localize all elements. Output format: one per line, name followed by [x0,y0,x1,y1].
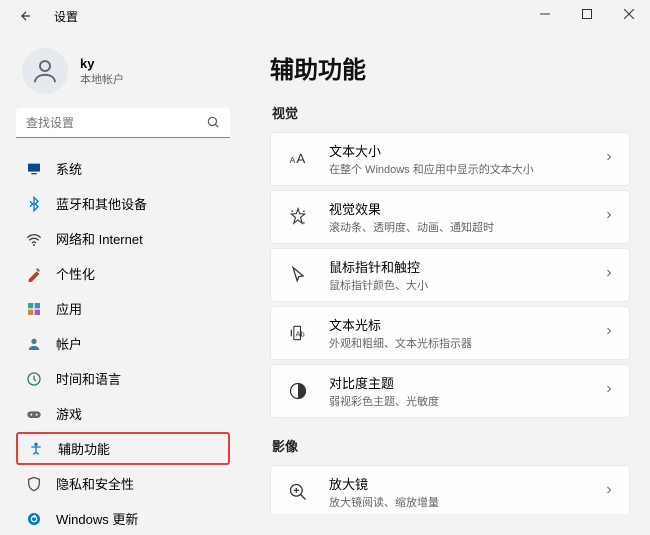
card-subtitle: 滚动条、透明度、动画、通知超时 [329,219,603,235]
card-subtitle: 在整个 Windows 和应用中显示的文本大小 [329,161,603,177]
card-title: 文本大小 [329,141,603,160]
user-name: ky [80,56,124,71]
svg-text:A: A [296,151,305,166]
nav-item-upd[interactable]: Windows 更新 [16,502,230,535]
card-title: 视觉效果 [329,199,603,218]
nav-item-bt[interactable]: 蓝牙和其他设备 [16,187,230,220]
sidebar: ky 本地帐户 系统蓝牙和其他设备网络和 Internet 个性化应用帐户时间和语… [0,32,244,514]
card-title: 文本光标 [329,315,603,334]
pers-icon [26,266,42,282]
nav-label: 游戏 [56,404,82,423]
search-input[interactable] [16,108,230,138]
card-title: 鼠标指针和触控 [329,257,603,276]
apps-icon [26,301,42,317]
nav-label: 蓝牙和其他设备 [56,194,147,213]
nav-label: 系统 [56,159,82,178]
card-subtitle: 外观和粗细、文本光标指示器 [329,335,603,351]
nav-item-apps[interactable]: 应用 [16,292,230,325]
net-icon [26,231,42,247]
mag-icon [287,482,309,502]
system-icon [26,161,42,177]
chevron-right-icon [603,483,615,501]
nav-label: 应用 [56,299,82,318]
nav-item-net[interactable]: 网络和 Internet [16,222,230,255]
upd-icon [26,511,42,527]
nav-item-pers[interactable]: 个性化 [16,257,230,290]
cursor-icon: Ab [287,323,309,343]
card-contrast[interactable]: 对比度主题弱视彩色主题、光敏度 [270,364,630,418]
nav: 系统蓝牙和其他设备网络和 Internet 个性化应用帐户时间和语言游戏辅助功能隐… [16,152,230,535]
search-wrap [16,108,230,138]
card-subtitle: 弱视彩色主题、光敏度 [329,393,603,409]
nav-item-priv[interactable]: 隐私和安全性 [16,467,230,500]
maximize-button[interactable] [566,0,608,28]
card-cursor[interactable]: Ab 文本光标外观和粗细、文本光标指示器 [270,306,630,360]
nav-item-acct[interactable]: 帐户 [16,327,230,360]
user-sub: 本地帐户 [80,71,124,87]
mouse-icon [287,265,309,285]
nav-label: 个性化 [56,264,95,283]
page-title: 辅助功能 [270,50,630,85]
contrast-icon [287,381,309,401]
avatar [22,48,68,94]
back-button[interactable] [16,6,36,26]
minimize-button[interactable] [524,0,566,28]
bt-icon [26,196,42,212]
fx-icon [287,207,309,227]
card-fx[interactable]: 视觉效果滚动条、透明度、动画、通知超时 [270,190,630,244]
svg-text:A: A [290,155,296,165]
access-icon [28,441,44,457]
titlebar: 设置 [0,0,650,32]
card-title: 对比度主题 [329,373,603,392]
card-list-visual: AA文本大小在整个 Windows 和应用中显示的文本大小视觉效果滚动条、透明度… [270,132,630,418]
card-text[interactable]: AA 文本大小在整个 Windows 和应用中显示的文本大小 [270,132,630,186]
main: 辅助功能 视觉 AA文本大小在整个 Windows 和应用中显示的文本大小视觉效… [244,32,650,514]
acct-icon [26,336,42,352]
search-icon [206,115,220,134]
section-video: 影像 [272,436,630,455]
section-visual: 视觉 [272,103,630,122]
nav-label: 辅助功能 [58,439,110,458]
chevron-right-icon [603,382,615,400]
chevron-right-icon [603,150,615,168]
card-mag[interactable]: 放大镜放大镜阅读、缩放增量 [270,465,630,514]
svg-text:Ab: Ab [296,329,305,338]
nav-item-game[interactable]: 游戏 [16,397,230,430]
nav-item-time[interactable]: 时间和语言 [16,362,230,395]
nav-label: 帐户 [56,334,82,353]
priv-icon [26,476,42,492]
app-title: 设置 [54,8,78,25]
close-button[interactable] [608,0,650,28]
card-list-video: 放大镜放大镜阅读、缩放增量 [270,465,630,514]
nav-label: 隐私和安全性 [56,474,134,493]
nav-label: 时间和语言 [56,369,121,388]
card-mouse[interactable]: 鼠标指针和触控鼠标指针颜色、大小 [270,248,630,302]
chevron-right-icon [603,208,615,226]
chevron-right-icon [603,266,615,284]
chevron-right-icon [603,324,615,342]
nav-item-system[interactable]: 系统 [16,152,230,185]
time-icon [26,371,42,387]
card-subtitle: 鼠标指针颜色、大小 [329,277,603,293]
user-block[interactable]: ky 本地帐户 [22,48,230,94]
card-subtitle: 放大镜阅读、缩放增量 [329,494,603,510]
window-controls [524,0,650,28]
card-title: 放大镜 [329,474,603,493]
nav-item-access[interactable]: 辅助功能 [16,432,230,465]
text-icon: AA [287,149,309,169]
game-icon [26,406,42,422]
nav-label: Windows 更新 [56,509,138,528]
nav-label: 网络和 Internet [56,229,143,248]
